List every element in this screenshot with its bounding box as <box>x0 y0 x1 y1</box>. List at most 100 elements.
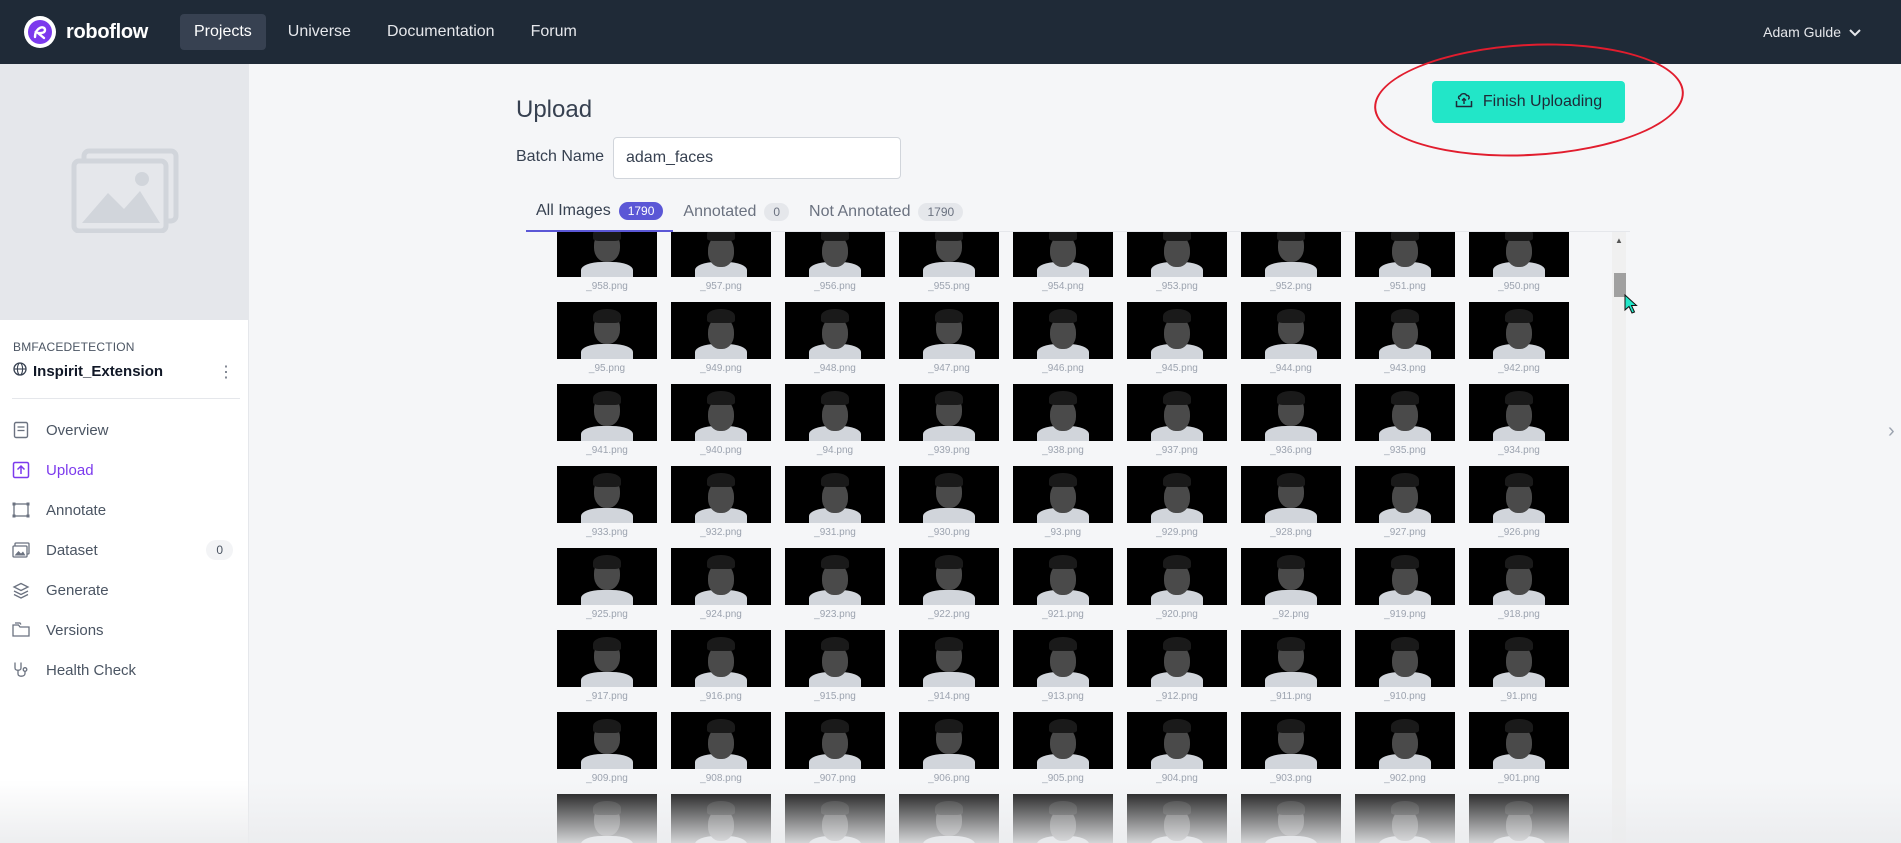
image-card[interactable]: _934.png <box>1469 384 1569 466</box>
image-card[interactable]: _898.png <box>1013 794 1113 843</box>
image-card[interactable]: _919.png <box>1355 548 1455 630</box>
image-card[interactable]: _932.png <box>671 466 771 548</box>
finish-uploading-button[interactable]: Finish Uploading <box>1432 81 1625 123</box>
sidebar-item-upload[interactable]: Upload <box>0 450 249 490</box>
scrollbar-track[interactable] <box>1612 232 1626 843</box>
image-card[interactable]: _909.png <box>557 712 657 794</box>
image-card[interactable]: _949.png <box>671 302 771 384</box>
image-filename: _916.png <box>700 691 742 702</box>
nav-documentation[interactable]: Documentation <box>373 14 509 50</box>
image-card[interactable]: _897.png <box>1127 794 1227 843</box>
image-card[interactable]: _91.png <box>1469 630 1569 712</box>
image-card[interactable]: _956.png <box>785 232 885 302</box>
nav-projects[interactable]: Projects <box>180 14 266 50</box>
image-card[interactable]: _950.png <box>1469 232 1569 302</box>
image-card[interactable]: _90.png <box>671 794 771 843</box>
sidebar-item-label: Annotate <box>46 501 107 519</box>
image-card[interactable]: _929.png <box>1127 466 1227 548</box>
image-card[interactable]: _935.png <box>1355 384 1455 466</box>
image-thumbnail <box>1355 712 1455 769</box>
sidebar-item-overview[interactable]: Overview <box>0 410 249 450</box>
image-card[interactable]: _92.png <box>1241 548 1341 630</box>
image-card[interactable]: _937.png <box>1127 384 1227 466</box>
image-card[interactable]: _908.png <box>671 712 771 794</box>
image-card[interactable]: _938.png <box>1013 384 1113 466</box>
image-card[interactable]: _926.png <box>1469 466 1569 548</box>
image-card[interactable]: _936.png <box>1241 384 1341 466</box>
image-card[interactable]: _93.png <box>1013 466 1113 548</box>
nav-forum[interactable]: Forum <box>517 14 591 50</box>
image-card[interactable]: _947.png <box>899 302 999 384</box>
image-card[interactable]: _925.png <box>557 548 657 630</box>
image-card[interactable]: _948.png <box>785 302 885 384</box>
image-card[interactable]: _933.png <box>557 466 657 548</box>
image-card[interactable]: _954.png <box>1013 232 1113 302</box>
nav-universe[interactable]: Universe <box>274 14 365 50</box>
image-card[interactable]: _957.png <box>671 232 771 302</box>
image-grid-container[interactable]: _958.png _957.png _956.png _955.png _954.png… <box>526 232 1630 843</box>
image-card[interactable]: _901.png <box>1469 712 1569 794</box>
image-card[interactable]: _943.png <box>1355 302 1455 384</box>
roboflow-logo[interactable]: roboflow <box>24 16 148 48</box>
image-card[interactable]: _916.png <box>671 630 771 712</box>
image-card[interactable]: _95.png <box>557 302 657 384</box>
image-card[interactable]: _952.png <box>1241 232 1341 302</box>
tab-all-images[interactable]: All Images 1790 <box>526 192 674 232</box>
project-name[interactable]: Inspirit_Extension <box>13 362 163 380</box>
image-card[interactable]: _9.png <box>785 794 885 843</box>
image-card[interactable]: _915.png <box>785 630 885 712</box>
image-card[interactable]: _920.png <box>1127 548 1227 630</box>
image-card[interactable]: _911.png <box>1241 630 1341 712</box>
image-card[interactable]: _918.png <box>1469 548 1569 630</box>
image-card[interactable]: _958.png <box>557 232 657 302</box>
image-card[interactable]: _946.png <box>1013 302 1113 384</box>
image-card[interactable]: _927.png <box>1355 466 1455 548</box>
image-card[interactable]: _941.png <box>557 384 657 466</box>
image-card[interactable]: _903.png <box>1241 712 1341 794</box>
image-card[interactable]: _894.png <box>1469 794 1569 843</box>
user-menu[interactable]: Adam Gulde <box>1763 24 1861 40</box>
chevron-right-icon[interactable]: › <box>1888 420 1895 443</box>
image-card[interactable]: _955.png <box>899 232 999 302</box>
image-card[interactable]: _895.png <box>1355 794 1455 843</box>
image-card[interactable]: _905.png <box>1013 712 1113 794</box>
image-card[interactable]: _930.png <box>899 466 999 548</box>
image-card[interactable]: _939.png <box>899 384 999 466</box>
image-card[interactable]: _923.png <box>785 548 885 630</box>
batch-name-input[interactable] <box>613 137 901 179</box>
image-card[interactable]: _924.png <box>671 548 771 630</box>
image-card[interactable]: _899.png <box>899 794 999 843</box>
image-card[interactable]: _951.png <box>1355 232 1455 302</box>
image-card[interactable]: _900.png <box>557 794 657 843</box>
scroll-up-arrow-icon[interactable]: ▲ <box>1615 236 1623 245</box>
image-card[interactable]: _896.png <box>1241 794 1341 843</box>
image-card[interactable]: _912.png <box>1127 630 1227 712</box>
sidebar-item-dataset[interactable]: Dataset 0 <box>0 530 249 570</box>
image-card[interactable]: _913.png <box>1013 630 1113 712</box>
image-card[interactable]: _907.png <box>785 712 885 794</box>
image-card[interactable]: _902.png <box>1355 712 1455 794</box>
image-card[interactable]: _953.png <box>1127 232 1227 302</box>
sidebar-item-annotate[interactable]: Annotate <box>0 490 249 530</box>
tab-annotated[interactable]: Annotated 0 <box>673 192 799 232</box>
image-card[interactable]: _921.png <box>1013 548 1113 630</box>
image-card[interactable]: _945.png <box>1127 302 1227 384</box>
image-card[interactable]: _917.png <box>557 630 657 712</box>
image-card[interactable]: _922.png <box>899 548 999 630</box>
image-card[interactable]: _942.png <box>1469 302 1569 384</box>
image-card[interactable]: _944.png <box>1241 302 1341 384</box>
image-card[interactable]: _928.png <box>1241 466 1341 548</box>
sidebar-item-health-check[interactable]: Health Check <box>0 650 249 690</box>
tab-not-annotated[interactable]: Not Annotated 1790 <box>799 192 973 232</box>
image-card[interactable]: _904.png <box>1127 712 1227 794</box>
image-card[interactable]: _931.png <box>785 466 885 548</box>
image-card[interactable]: _940.png <box>671 384 771 466</box>
image-card[interactable]: _94.png <box>785 384 885 466</box>
image-card[interactable]: _914.png <box>899 630 999 712</box>
image-card[interactable]: _906.png <box>899 712 999 794</box>
sidebar-item-generate[interactable]: Generate <box>0 570 249 610</box>
sidebar-item-versions[interactable]: Versions <box>0 610 249 650</box>
kebab-menu-icon[interactable]: ⋮ <box>218 362 234 382</box>
image-card[interactable]: _910.png <box>1355 630 1455 712</box>
logo-text: roboflow <box>66 20 149 43</box>
